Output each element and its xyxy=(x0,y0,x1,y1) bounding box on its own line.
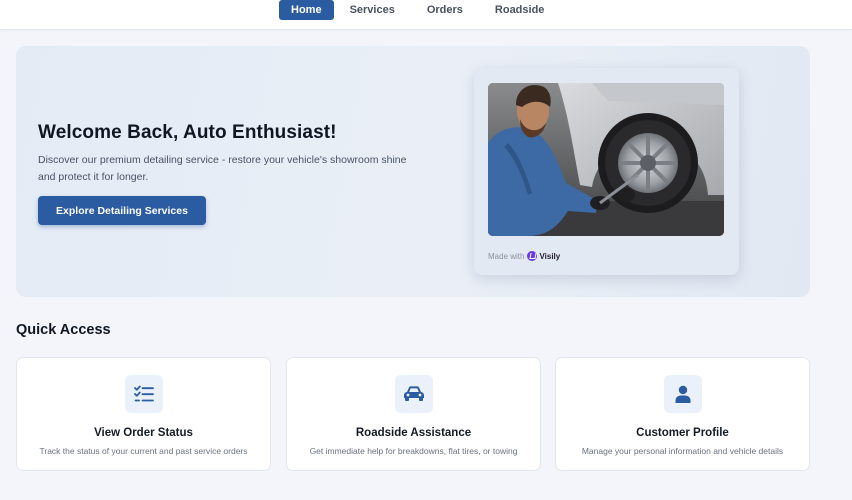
card-title: View Order Status xyxy=(94,427,193,439)
made-with-credit: Made with Visily xyxy=(488,251,560,261)
view-order-status-card[interactable]: View Order Status Track the status of yo… xyxy=(16,357,271,471)
card-description: Get immediate help for breakdowns, flat … xyxy=(309,446,518,456)
explore-detailing-button[interactable]: Explore Detailing Services xyxy=(38,196,206,225)
mechanic-tire-photo xyxy=(488,83,724,236)
hero-description: Discover our premium detailing service -… xyxy=(38,154,407,183)
checklist-icon xyxy=(124,375,163,413)
car-icon xyxy=(394,375,433,413)
card-description: Track the status of your current and pas… xyxy=(39,446,248,456)
nav-item-orders[interactable]: Orders xyxy=(411,0,479,20)
quick-access-title: Quick Access xyxy=(16,322,111,338)
hero-banner: Welcome Back, Auto Enthusiast! Discover … xyxy=(16,46,810,297)
nav-item-roadside[interactable]: Roadside xyxy=(479,0,561,20)
made-with-label: Made with xyxy=(488,251,525,261)
roadside-assistance-card[interactable]: Roadside Assistance Get immediate help f… xyxy=(286,357,541,471)
user-icon xyxy=(663,375,702,413)
visily-brand[interactable]: Visily xyxy=(527,251,560,261)
visily-brand-name: Visily xyxy=(539,251,561,261)
customer-profile-card[interactable]: Customer Profile Manage your personal in… xyxy=(555,357,810,471)
mechanic-tire-illustration xyxy=(488,83,724,236)
top-nav: Home Services Orders Roadside xyxy=(0,0,852,30)
card-description: Manage your personal information and veh… xyxy=(581,446,784,456)
hero-image-card: Made with Visily xyxy=(474,68,739,275)
card-title: Customer Profile xyxy=(636,427,729,439)
nav-item-home[interactable]: Home xyxy=(279,0,334,20)
card-title: Roadside Assistance xyxy=(355,427,472,439)
nav-menu: Home Services Orders Roadside xyxy=(279,0,560,20)
hero-title: Welcome Back, Auto Enthusiast! xyxy=(38,122,337,143)
nav-item-services[interactable]: Services xyxy=(334,0,411,20)
visily-logo-icon xyxy=(527,251,538,261)
